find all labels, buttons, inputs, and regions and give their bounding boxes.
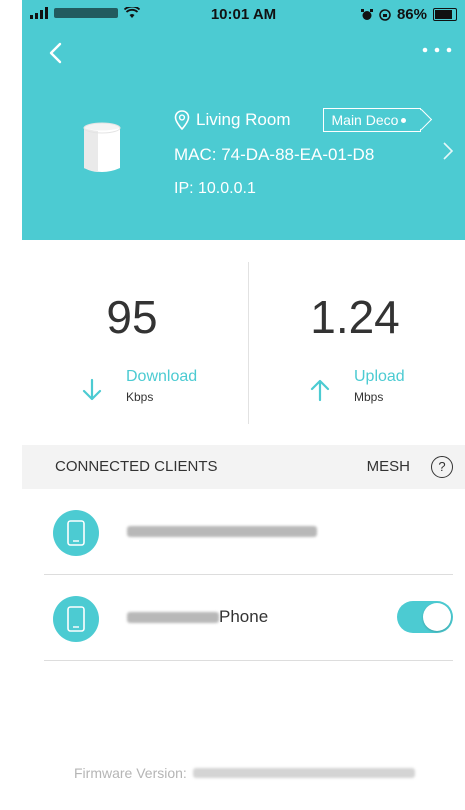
client-name (127, 521, 317, 541)
clients-section-header: CONNECTED CLIENTS MESH ? (22, 445, 465, 489)
client-avatar (53, 510, 99, 556)
download-arrow-icon (82, 378, 102, 401)
client-name-redacted (127, 526, 317, 538)
orientation-lock-icon (379, 8, 391, 21)
status-right: 86% (360, 6, 457, 23)
device-mac: MAC: 74-DA-88-EA-01-D8 (174, 145, 375, 164)
main-deco-label: Main Deco (331, 112, 399, 128)
battery-icon (433, 8, 457, 21)
left-margin (0, 0, 22, 810)
firmware-version: Firmware Version: (74, 765, 415, 781)
device-ip: IP: 10.0.0.1 (174, 180, 256, 197)
client-name-suffix: Phone (219, 607, 269, 626)
upload-stat: 1.24 Upload Mbps (245, 240, 465, 445)
more-icon[interactable] (419, 40, 455, 60)
upload-value: 1.24 (310, 291, 400, 343)
upload-arrow-icon (310, 379, 330, 402)
device-location: Living Room (196, 110, 291, 129)
device-header: 10:01 AM 86% Living Room Main Deco MAC: … (22, 0, 465, 240)
client-row[interactable] (22, 489, 465, 575)
client-name-redacted (127, 612, 219, 624)
firmware-label: Firmware Version: (74, 765, 187, 781)
status-bar: 10:01 AM 86% (22, 0, 465, 30)
upload-unit: Mbps (354, 390, 384, 404)
main-deco-tag: Main Deco (322, 108, 422, 132)
location-row: Living Room Main Deco (174, 108, 422, 132)
download-unit: Kbps (126, 390, 154, 404)
phone-device-icon (67, 606, 85, 632)
mesh-label: MESH (366, 458, 410, 475)
battery-percent: 86% (396, 6, 427, 23)
phone-device-icon (67, 520, 85, 546)
alarm-icon (360, 8, 373, 20)
download-value: 95 (106, 291, 158, 343)
location-pin-icon (174, 110, 190, 130)
upload-label: Upload (354, 368, 405, 385)
client-toggle[interactable] (397, 601, 453, 633)
speed-stats: 95 Download Kbps 1.24 Upload Mbps (22, 240, 465, 445)
clients-section-title: CONNECTED CLIENTS (55, 458, 218, 475)
firmware-value-redacted (192, 768, 415, 778)
deco-device-image (83, 122, 121, 172)
help-icon[interactable]: ? (431, 456, 453, 478)
download-label: Download (126, 368, 198, 385)
tag-dot (401, 117, 407, 123)
client-avatar (53, 596, 99, 642)
client-name: Phone (127, 607, 268, 627)
device-detail-screen: 10:01 AM 86% Living Room Main Deco MAC: … (22, 0, 465, 810)
client-row[interactable]: Phone (22, 575, 465, 661)
download-stat: 95 Download Kbps (22, 240, 242, 445)
chevron-right-icon[interactable] (441, 140, 455, 162)
back-icon[interactable] (42, 38, 72, 68)
row-separator (44, 660, 453, 661)
